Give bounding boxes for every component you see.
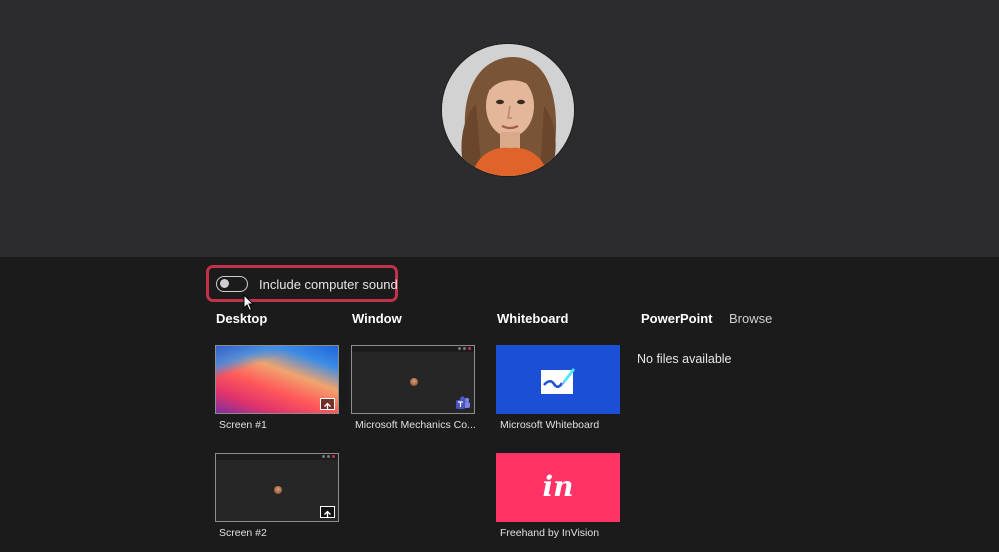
powerpoint-empty-text: No files available [637, 352, 732, 366]
desktop-heading: Desktop [216, 311, 268, 326]
invision-logo: in [542, 470, 574, 503]
invision-freehand-thumbnail[interactable]: in [496, 453, 620, 522]
include-sound-label: Include computer sound [259, 277, 398, 292]
portrait-image [442, 44, 574, 176]
whiteboard-heading: Whiteboard [497, 311, 569, 326]
screen-2-label: Screen #2 [219, 527, 267, 539]
window-label: Microsoft Mechanics Co... [355, 419, 476, 431]
invision-freehand-label: Freehand by InVision [500, 527, 600, 539]
video-stage [0, 0, 999, 257]
screen-1-label: Screen #1 [219, 419, 267, 431]
include-sound-toggle[interactable] [216, 276, 248, 292]
window-titlebar [216, 454, 338, 460]
toggle-knob [220, 279, 229, 288]
browse-link[interactable]: Browse [729, 311, 772, 326]
participant-avatar [442, 44, 574, 176]
window-titlebar [352, 346, 474, 352]
share-screen-icon [320, 398, 335, 410]
teams-icon [456, 396, 470, 409]
window-thumbnail[interactable] [351, 345, 475, 414]
mini-avatar [410, 378, 418, 386]
share-screen-icon [320, 506, 335, 518]
mouse-cursor-icon [243, 294, 255, 312]
screen-2-thumbnail[interactable] [215, 453, 339, 522]
screen-1-thumbnail[interactable] [215, 345, 339, 414]
powerpoint-heading: PowerPoint [641, 311, 713, 326]
microsoft-whiteboard-thumbnail[interactable] [496, 345, 620, 414]
window-heading: Window [352, 311, 402, 326]
whiteboard-icon [541, 368, 575, 394]
microsoft-whiteboard-label: Microsoft Whiteboard [500, 419, 600, 431]
mini-avatar [274, 486, 282, 494]
